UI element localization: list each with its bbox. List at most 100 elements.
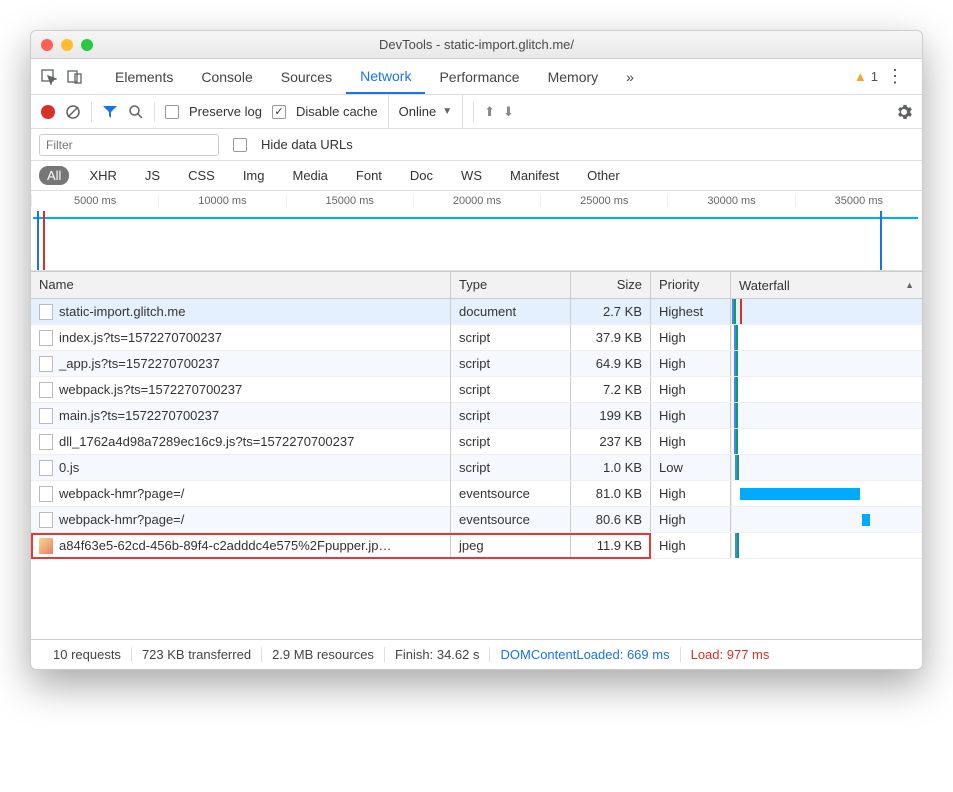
status-finish: Finish: 34.62 s xyxy=(385,647,491,662)
tab-memory[interactable]: Memory xyxy=(534,61,613,93)
request-type: jpeg xyxy=(451,533,571,558)
table-row[interactable]: 0.jsscript1.0 KBLow xyxy=(31,455,922,481)
table-row[interactable]: _app.js?ts=1572270700237script64.9 KBHig… xyxy=(31,351,922,377)
panel-tabs: Elements Console Sources Network Perform… xyxy=(31,59,922,95)
document-file-icon xyxy=(39,330,53,346)
tab-network[interactable]: Network xyxy=(346,60,425,94)
request-type: script xyxy=(451,351,571,376)
request-name: dll_1762a4d98a7289ec16c9.js?ts=157227070… xyxy=(59,434,354,449)
col-type-header[interactable]: Type xyxy=(451,272,571,298)
request-name: static-import.glitch.me xyxy=(59,304,185,319)
waterfall-cell xyxy=(731,429,922,454)
request-priority: High xyxy=(651,403,731,428)
col-size-header[interactable]: Size xyxy=(571,272,651,298)
table-row[interactable]: webpack-hmr?page=/eventsource81.0 KBHigh xyxy=(31,481,922,507)
type-img[interactable]: Img xyxy=(235,166,273,185)
warning-icon: ▲ xyxy=(854,69,867,84)
table-row[interactable]: index.js?ts=1572270700237script37.9 KBHi… xyxy=(31,325,922,351)
table-row[interactable]: webpack-hmr?page=/eventsource80.6 KBHigh xyxy=(31,507,922,533)
table-row[interactable]: webpack.js?ts=1572270700237script7.2 KBH… xyxy=(31,377,922,403)
col-name-header[interactable]: Name xyxy=(31,272,451,298)
tab-performance[interactable]: Performance xyxy=(425,61,533,93)
settings-icon[interactable] xyxy=(896,104,912,120)
type-xhr[interactable]: XHR xyxy=(81,166,124,185)
waterfall-cell xyxy=(731,377,922,402)
warnings-badge[interactable]: ▲ 1 xyxy=(854,69,878,84)
request-type: script xyxy=(451,403,571,428)
waterfall-cell xyxy=(731,299,922,324)
type-other[interactable]: Other xyxy=(579,166,628,185)
waterfall-cell xyxy=(731,325,922,350)
filter-input[interactable] xyxy=(39,134,219,156)
request-priority: High xyxy=(651,429,731,454)
col-waterfall-header[interactable]: Waterfall ▲ xyxy=(731,272,922,298)
disable-cache-label: Disable cache xyxy=(296,104,378,119)
hide-data-urls-checkbox[interactable] xyxy=(233,138,247,152)
request-priority: High xyxy=(651,377,731,402)
type-css[interactable]: CSS xyxy=(180,166,223,185)
request-type: script xyxy=(451,377,571,402)
table-row[interactable]: static-import.glitch.medocument2.7 KBHig… xyxy=(31,299,922,325)
type-manifest[interactable]: Manifest xyxy=(502,166,567,185)
inspect-icon[interactable] xyxy=(41,69,57,85)
request-size: 37.9 KB xyxy=(571,325,651,350)
request-type: eventsource xyxy=(451,507,571,532)
document-file-icon xyxy=(39,434,53,450)
filter-icon[interactable] xyxy=(102,104,118,120)
document-file-icon xyxy=(39,382,53,398)
titlebar: DevTools - static-import.glitch.me/ xyxy=(31,31,922,59)
table-row[interactable]: dll_1762a4d98a7289ec16c9.js?ts=157227070… xyxy=(31,429,922,455)
request-type: document xyxy=(451,299,571,324)
type-all[interactable]: All xyxy=(39,166,69,185)
request-name: index.js?ts=1572270700237 xyxy=(59,330,222,345)
disable-cache-checkbox[interactable] xyxy=(272,105,286,119)
request-priority: High xyxy=(651,507,731,532)
timeline-overview[interactable]: 5000 ms 10000 ms 15000 ms 20000 ms 25000… xyxy=(31,191,922,271)
request-name: webpack.js?ts=1572270700237 xyxy=(59,382,242,397)
table-row[interactable]: a84f63e5-62cd-456b-89f4-c2adddc4e575%2Fp… xyxy=(31,533,922,559)
type-font[interactable]: Font xyxy=(348,166,390,185)
document-file-icon xyxy=(39,512,53,528)
device-toggle-icon[interactable] xyxy=(67,69,83,85)
tab-console[interactable]: Console xyxy=(187,61,266,93)
document-file-icon xyxy=(39,356,53,372)
type-media[interactable]: Media xyxy=(284,166,335,185)
tab-sources[interactable]: Sources xyxy=(267,61,346,93)
table-row[interactable]: main.js?ts=1572270700237script199 KBHigh xyxy=(31,403,922,429)
type-filter-row: All XHR JS CSS Img Media Font Doc WS Man… xyxy=(31,161,922,191)
search-icon[interactable] xyxy=(128,104,144,120)
tab-elements[interactable]: Elements xyxy=(101,61,187,93)
tab-overflow[interactable]: » xyxy=(612,61,648,93)
document-file-icon xyxy=(39,304,53,320)
col-priority-header[interactable]: Priority xyxy=(651,272,731,298)
status-dcl: DOMContentLoaded: 669 ms xyxy=(490,647,680,662)
timeline-tick: 10000 ms xyxy=(158,195,285,207)
request-type: script xyxy=(451,455,571,480)
request-priority: Low xyxy=(651,455,731,480)
type-js[interactable]: JS xyxy=(137,166,168,185)
type-ws[interactable]: WS xyxy=(453,166,490,185)
table-header: Name Type Size Priority Waterfall ▲ xyxy=(31,271,922,299)
timeline-tick: 35000 ms xyxy=(795,195,922,207)
status-load: Load: 977 ms xyxy=(681,647,780,662)
document-file-icon xyxy=(39,460,53,476)
throttling-select[interactable]: Online ▼ xyxy=(388,95,463,128)
record-button[interactable] xyxy=(41,105,55,119)
network-toolbar: Preserve log Disable cache Online ▼ ⬆ ⬇ xyxy=(31,95,922,129)
request-name: 0.js xyxy=(59,460,79,475)
request-size: 199 KB xyxy=(571,403,651,428)
waterfall-cell xyxy=(731,481,922,506)
image-file-icon xyxy=(39,538,53,554)
status-transferred: 723 KB transferred xyxy=(132,647,262,662)
upload-har-icon[interactable]: ⬆ xyxy=(484,104,495,120)
preserve-log-checkbox[interactable] xyxy=(165,105,179,119)
type-doc[interactable]: Doc xyxy=(402,166,441,185)
download-har-icon[interactable]: ⬇ xyxy=(503,104,514,120)
status-requests: 10 requests xyxy=(43,647,132,662)
document-file-icon xyxy=(39,486,53,502)
request-size: 237 KB xyxy=(571,429,651,454)
request-type: script xyxy=(451,325,571,350)
clear-icon[interactable] xyxy=(65,104,81,120)
more-menu-icon[interactable]: ⋮ xyxy=(878,66,912,87)
document-file-icon xyxy=(39,408,53,424)
